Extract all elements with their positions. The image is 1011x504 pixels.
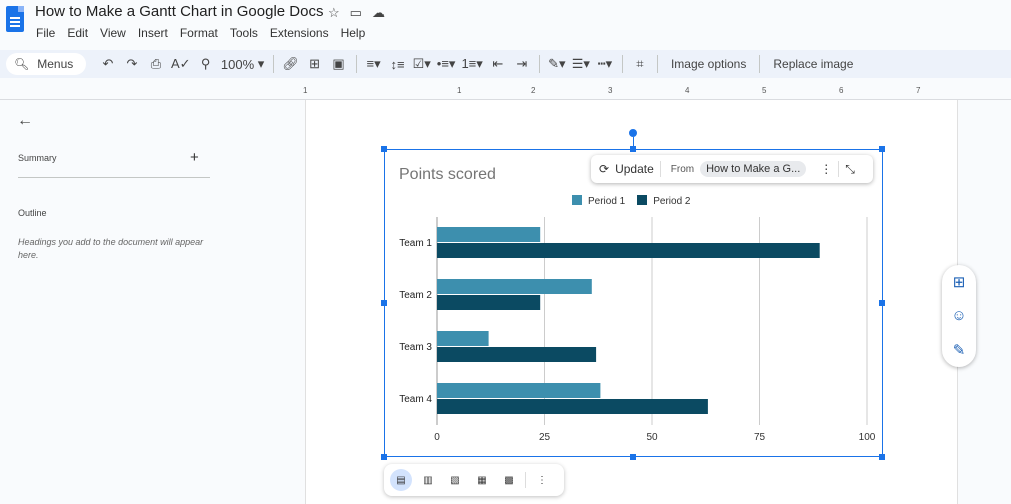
bar-period-1 bbox=[437, 279, 592, 294]
y-tick-label: Team 1 bbox=[399, 238, 432, 249]
y-tick-label: Team 3 bbox=[399, 342, 432, 353]
y-tick-label: Team 4 bbox=[399, 394, 432, 405]
x-tick-label: 25 bbox=[539, 432, 551, 443]
more-options-icon[interactable]: ⋮ bbox=[820, 162, 832, 176]
x-tick-label: 100 bbox=[859, 432, 876, 443]
update-button[interactable]: Update bbox=[615, 162, 654, 176]
linked-chart-toolbar: ⟳ Update From How to Make a G... ⋮ ⤡ bbox=[591, 155, 873, 183]
refresh-icon[interactable]: ⟳ bbox=[599, 162, 609, 176]
wrap-text-icon[interactable]: ▥ bbox=[417, 469, 439, 491]
add-comment-icon[interactable]: ⊞ bbox=[953, 273, 966, 291]
from-label: From bbox=[670, 163, 695, 175]
bar-period-2 bbox=[437, 295, 541, 310]
source-chip[interactable]: How to Make a G... bbox=[700, 161, 807, 177]
bar-period-1 bbox=[437, 331, 489, 346]
inline-wrap-icon[interactable]: ▤ bbox=[390, 469, 412, 491]
image-wrap-toolbar: ▤ ▥ ▧ ▦ ▩ ⋮ bbox=[384, 464, 564, 496]
more-options-icon[interactable]: ⋮ bbox=[531, 469, 553, 491]
x-tick-label: 0 bbox=[434, 432, 440, 443]
bar-period-1 bbox=[437, 383, 601, 398]
in-front-of-text-icon[interactable]: ▩ bbox=[498, 469, 520, 491]
y-tick-label: Team 2 bbox=[399, 290, 432, 301]
bar-period-1 bbox=[437, 227, 541, 242]
bar-period-2 bbox=[437, 243, 820, 258]
behind-text-icon[interactable]: ▦ bbox=[471, 469, 493, 491]
side-actions: ⊞ ☺ ✎ bbox=[942, 265, 976, 367]
bar-chart: 0 25 50 75 100 Team 1 Team 2 Team 3 Team 4 bbox=[399, 217, 876, 443]
divider bbox=[838, 161, 840, 177]
x-tick-label: 50 bbox=[646, 432, 658, 443]
x-tick-label: 75 bbox=[754, 432, 766, 443]
divider bbox=[525, 472, 526, 488]
divider bbox=[659, 161, 661, 177]
suggest-edits-icon[interactable]: ✎ bbox=[953, 341, 966, 359]
break-text-icon[interactable]: ▧ bbox=[444, 469, 466, 491]
emoji-reaction-icon[interactable]: ☺ bbox=[951, 307, 966, 324]
bar-period-2 bbox=[437, 347, 597, 362]
bar-period-2 bbox=[437, 399, 708, 414]
collapse-icon[interactable]: ⤡ bbox=[845, 162, 855, 177]
